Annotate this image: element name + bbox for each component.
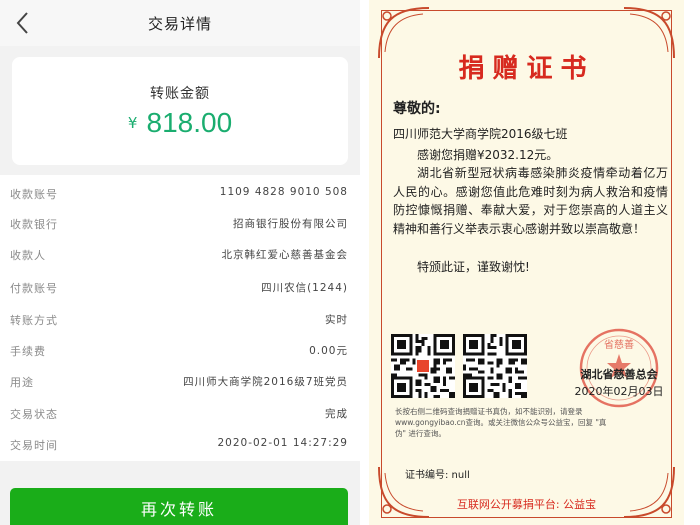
- amount-row: ¥ 818.00: [12, 107, 348, 139]
- certificate-greeting: 尊敬的:: [393, 101, 441, 117]
- detail-value: 招商银行股份有限公司: [233, 218, 348, 230]
- qr-code-icon[interactable]: [463, 334, 527, 398]
- issuer-name: 湖北省慈善总会: [580, 368, 658, 381]
- certificate-closing: 特颁此证，谨致谢忱!: [417, 260, 530, 274]
- transaction-detail-panel: 交易详情 转账金额 ¥ 818.00 收款账号 1109 4828 9010 5…: [0, 0, 360, 525]
- detail-key: 收款人: [10, 249, 46, 262]
- amount-value: 818.00: [146, 107, 233, 138]
- detail-key: 交易状态: [10, 408, 58, 421]
- verification-notice: 长按右侧二维码查询捐赠证书真伪，如不能识别，请登录www.gongyibao.c…: [395, 407, 607, 438]
- detail-row-fee: 手续费 0.00元: [0, 339, 360, 365]
- detail-value: 完成: [325, 408, 348, 420]
- detail-row-purpose: 用途 四川师大商学院2016级7班党员: [0, 370, 360, 396]
- detail-value: 北京韩红爱心慈善基金会: [221, 249, 348, 261]
- currency-symbol: ¥: [127, 114, 138, 132]
- detail-row-status: 交易状态 完成: [0, 402, 360, 428]
- issue-date: 2020年02月03日: [574, 385, 664, 398]
- donation-certificate: 捐赠证书 尊敬的: 四川师范大学商学院2016级七班 感谢您捐赠¥2032.12…: [369, 0, 684, 525]
- amount-card: 转账金额 ¥ 818.00: [12, 57, 348, 165]
- certificate-title: 捐赠证书: [458, 54, 595, 84]
- corner-ornament-icon: [623, 466, 675, 518]
- detail-key: 用途: [10, 376, 34, 389]
- detail-row-time: 交易时间 2020-02-01 14:27:29: [0, 433, 360, 459]
- amount-label: 转账金额: [150, 86, 210, 102]
- platform-footer: 互联网公开募捐平台: 公益宝: [456, 498, 597, 511]
- seal-text: 省慈善: [604, 338, 634, 351]
- detail-value: 1109 4828 9010 508: [219, 186, 348, 198]
- detail-row-payee-bank: 收款银行 招商银行股份有限公司: [0, 212, 360, 238]
- detail-key: 转账方式: [10, 314, 58, 327]
- detail-key: 交易时间: [10, 439, 58, 452]
- detail-key: 收款账号: [10, 188, 58, 201]
- detail-key: 手续费: [10, 345, 46, 358]
- certificate-recipient: 四川师范大学商学院2016级七班: [393, 127, 568, 141]
- detail-value: 四川农信(1244): [261, 282, 348, 294]
- detail-row-payer-account: 付款账号 四川农信(1244): [0, 276, 360, 302]
- detail-key: 收款银行: [10, 218, 58, 231]
- detail-value: 四川师大商学院2016级7班党员: [183, 376, 348, 388]
- detail-row-payee-account: 收款账号 1109 4828 9010 508: [0, 182, 360, 208]
- nav-bar: 交易详情: [0, 0, 360, 46]
- qr-code-icon[interactable]: [391, 334, 455, 398]
- certificate-number: 证书编号: null: [405, 470, 470, 481]
- certificate-thanks: 感谢您捐赠¥2032.12元。: [417, 148, 559, 162]
- page-title: 交易详情: [147, 15, 212, 33]
- detail-value: 2020-02-01 14:27:29: [217, 437, 348, 449]
- detail-key: 付款账号: [10, 282, 58, 295]
- detail-row-transfer-method: 转账方式 实时: [0, 308, 360, 334]
- certificate-body: 湖北省新型冠状病毒感染肺炎疫情牵动着亿万人民的心。感谢您值此危难时刻为病人救治和…: [393, 166, 668, 236]
- detail-value: 实时: [325, 314, 348, 326]
- detail-value: 0.00元: [309, 345, 348, 357]
- detail-list: 收款账号 1109 4828 9010 508 收款银行 招商银行股份有限公司 …: [0, 175, 360, 461]
- detail-row-payee: 收款人 北京韩红爱心慈善基金会: [0, 243, 360, 269]
- transfer-again-button[interactable]: 再次转账: [10, 488, 348, 525]
